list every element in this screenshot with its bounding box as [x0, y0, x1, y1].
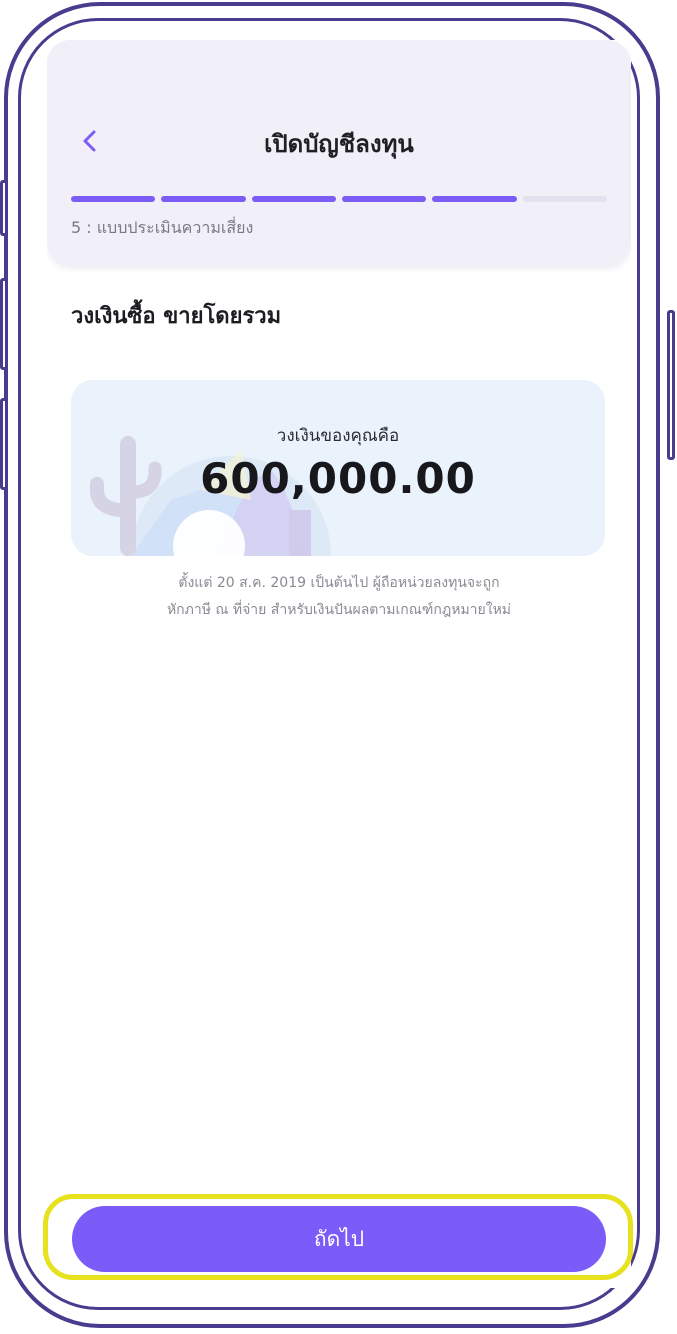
step-label: 5 : แบบประเมินความเสี่ยง	[71, 218, 254, 237]
progress-segment-complete	[432, 196, 517, 202]
mute-switch	[0, 180, 8, 236]
next-button[interactable]: ถัดไป	[72, 1206, 606, 1272]
section-title: วงเงินซื้อ ขายโดยรวม	[71, 304, 282, 329]
progress-segment-complete	[161, 196, 246, 202]
progress-segment-complete	[251, 196, 336, 202]
disclaimer-line: หักภาษี ณ ที่จ่าย สำหรับเงินปันผลตามเกณฑ…	[166, 602, 512, 618]
disclaimer-line: ตั้งแต่ 20 ส.ค. 2019 เป็นต้นไป ผู้ถือหน่…	[178, 575, 500, 591]
credit-limit-amount: 600,000.00	[200, 454, 476, 503]
credit-limit-caption: วงเงินของคุณคือ	[276, 426, 400, 446]
power-button	[667, 310, 675, 460]
progress-segment-complete	[341, 196, 427, 202]
step-progress-bar	[71, 196, 607, 202]
credit-limit-card: วงเงินของคุณคือ 600,000.00	[71, 380, 605, 556]
progress-segment-pending	[522, 196, 607, 202]
app-stage: เปิดบัญชีลงทุน 5 : แบบประเมินความเสี่ยง …	[0, 0, 677, 1334]
volume-down-button	[0, 398, 8, 490]
tax-disclaimer: ตั้งแต่ 20 ส.ค. 2019 เป็นต้นไป ผู้ถือหน่…	[107, 570, 571, 624]
volume-up-button	[0, 278, 8, 370]
header-card: เปิดบัญชีลงทุน 5 : แบบประเมินความเสี่ยง	[47, 40, 631, 266]
progress-segment-complete	[71, 196, 156, 202]
screen: เปิดบัญชีลงทุน 5 : แบบประเมินความเสี่ยง …	[47, 40, 631, 1288]
page-title: เปิดบัญชีลงทุน	[264, 130, 414, 158]
